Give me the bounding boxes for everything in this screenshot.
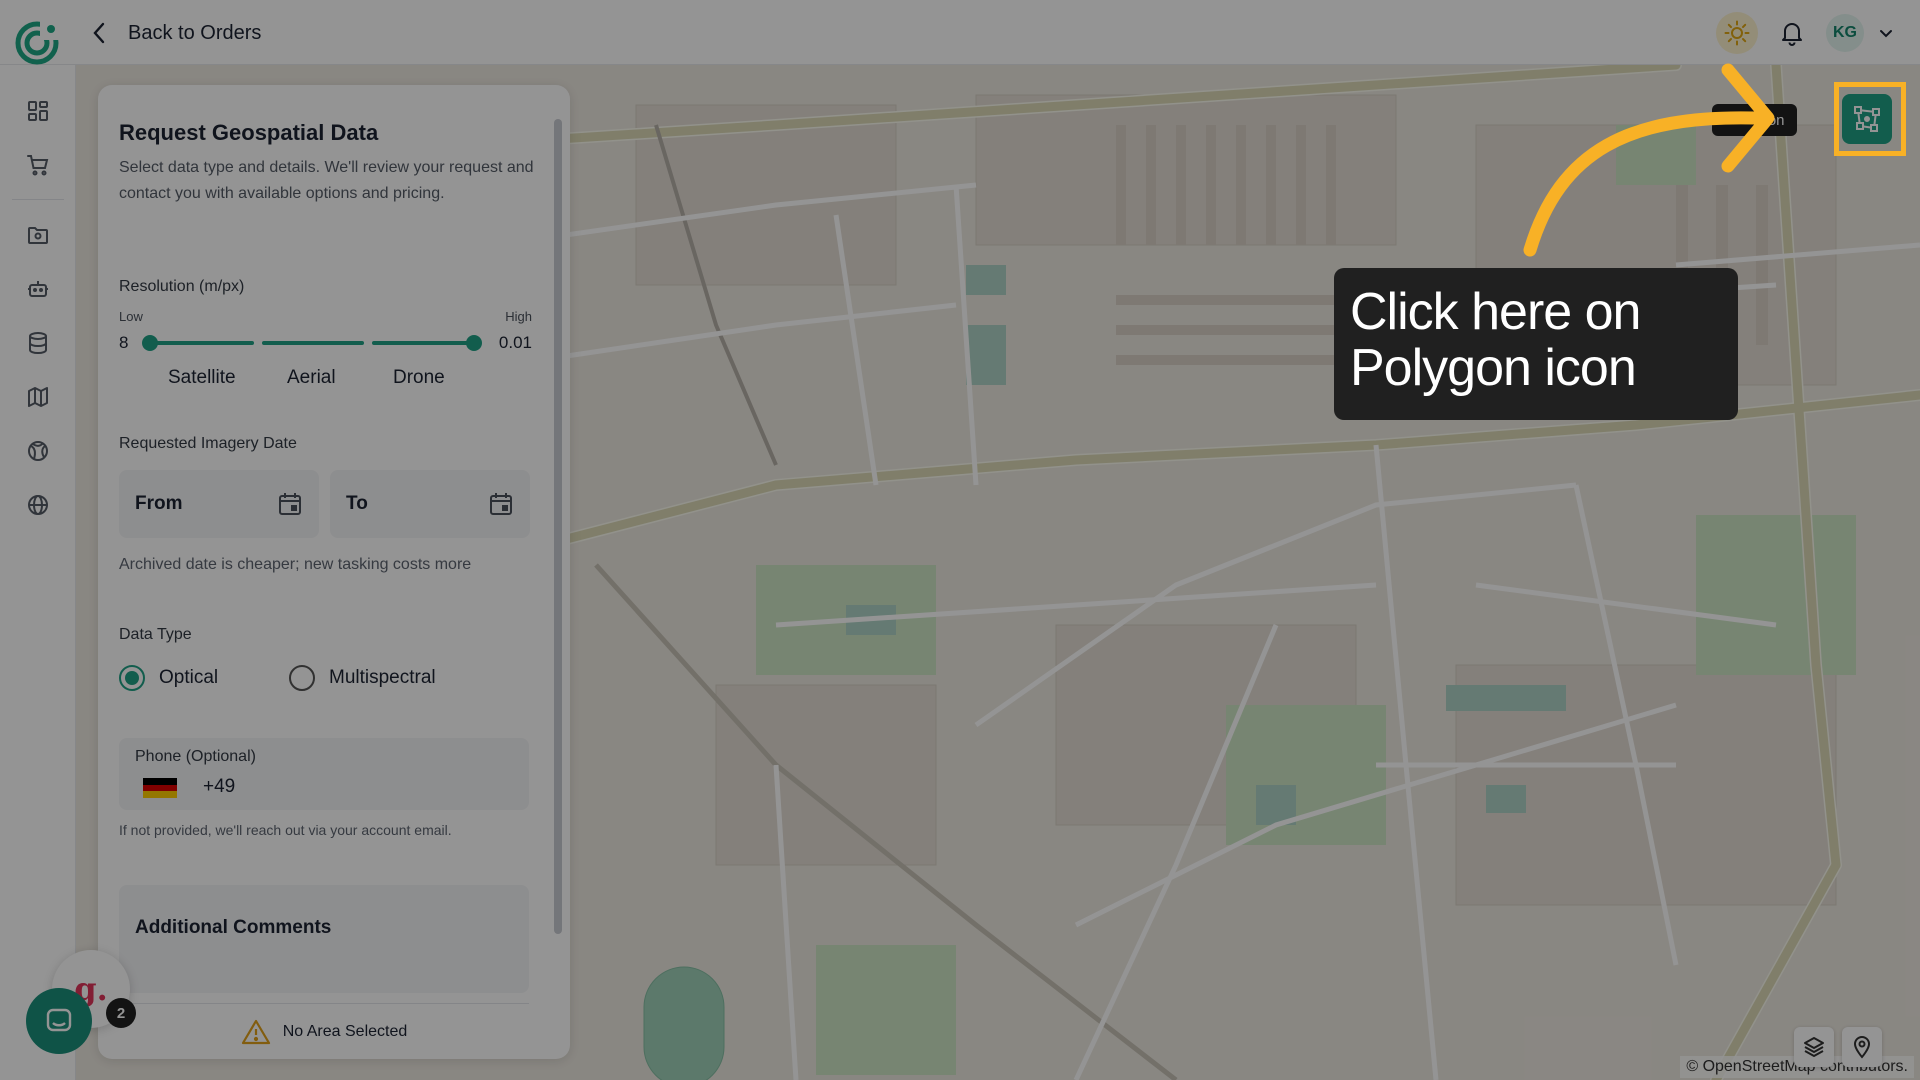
folder-icon [28,227,48,244]
request-panel: Request Geospatial Data Select data type… [98,85,570,1059]
header-actions: KG [1716,12,1894,54]
additional-comments-label: Additional Comments [135,917,332,938]
resolution-label: Resolution (m/px) [119,278,245,295]
nav-global[interactable] [24,491,52,519]
data-type-label: Data Type [119,626,192,643]
tutorial-callout: Click here on Polygon icon [1334,268,1738,420]
chat-unread-badge: 2 [106,998,136,1028]
resolution-max-value: 0.01 [498,333,532,352]
robot-icon [28,281,48,297]
radio-optical[interactable]: Optical [119,665,218,691]
slider-segment-satellite[interactable] [146,341,254,345]
warning-icon [241,1019,270,1044]
globe-icon [28,495,48,515]
date-to-label: To [346,493,368,514]
rail-divider [12,199,64,200]
globe-grid-icon [28,441,48,461]
phone-label: Phone (Optional) [135,748,256,765]
tick-satellite: Satellite [168,367,236,388]
top-bar: Back to Orders KG [0,0,1920,65]
radio-multispectral-indicator [289,665,315,691]
layers-button[interactable] [1794,1027,1834,1067]
dashboard-icon [28,101,48,121]
polygon-tooltip: ygon [1712,104,1797,136]
nav-orders[interactable] [24,151,52,179]
chevron-left-icon [93,22,105,44]
nav-automation[interactable] [24,275,52,303]
imagery-date-hint: Archived date is cheaper; new tasking co… [119,556,472,573]
germany-flag-icon[interactable] [143,778,177,798]
back-label: Back to Orders [128,21,262,44]
nav-explore[interactable] [24,437,52,465]
polygon-draw-button[interactable] [1842,94,1892,144]
chat-launcher-button[interactable] [26,988,92,1054]
phone-field[interactable]: Phone (Optional) +49 [119,738,529,810]
panel-title: Request Geospatial Data [119,120,379,145]
radio-multispectral-label: Multispectral [329,667,436,688]
resolution-low-label: Low [119,309,143,324]
radio-optical-label: Optical [159,667,219,688]
sun-icon [1724,20,1750,46]
date-to-field[interactable]: To [330,470,530,538]
slider-segment-aerial[interactable] [262,341,364,345]
cart-icon [27,155,49,176]
slider-handle-min[interactable] [142,335,158,351]
location-button[interactable] [1842,1027,1882,1067]
calendar-icon [279,493,301,515]
brand-logo-icon[interactable] [14,20,60,66]
database-icon [29,332,47,355]
tick-drone: Drone [393,367,445,388]
chevron-down-icon[interactable] [1878,25,1894,41]
chat-icon [46,1008,72,1032]
panel-description: Select data type and details. We'll revi… [119,159,534,202]
panel-scrollbar[interactable] [554,119,562,934]
avatar[interactable]: KG [1826,14,1864,52]
date-from-field[interactable]: From [119,470,319,538]
tick-aerial: Aerial [287,367,336,388]
nav-files[interactable] [24,221,52,249]
slider-handle-max[interactable] [466,335,482,351]
location-pin-icon [1853,1036,1871,1059]
layers-icon [1804,1037,1824,1057]
date-from-label: From [135,493,183,514]
radio-multispectral[interactable]: Multispectral [289,665,436,691]
imagery-date-label: Requested Imagery Date [119,435,297,452]
phone-country-code: +49 [203,776,236,797]
calendar-icon [490,493,512,515]
resolution-high-label: High [505,309,532,324]
phone-hint: If not provided, we'll reach out via you… [119,822,452,838]
bell-icon [1782,23,1802,46]
resolution-min-value: 8 [119,333,129,352]
nav-maps[interactable] [24,383,52,411]
left-nav-rail [0,65,76,1080]
polygon-draw-icon [1854,106,1880,132]
nav-dashboard[interactable] [24,97,52,125]
theme-toggle-button[interactable] [1716,12,1758,54]
nav-data[interactable] [24,329,52,357]
slider-segment-drone[interactable] [372,341,476,345]
additional-comments-field[interactable]: Additional Comments [119,885,529,993]
area-status-text: No Area Selected [282,1022,408,1040]
radio-optical-indicator [119,665,145,691]
back-to-orders-link[interactable]: Back to Orders [92,20,261,46]
map-icon [28,387,48,407]
area-status: No Area Selected [119,1003,529,1059]
notifications-button[interactable] [1772,13,1812,53]
